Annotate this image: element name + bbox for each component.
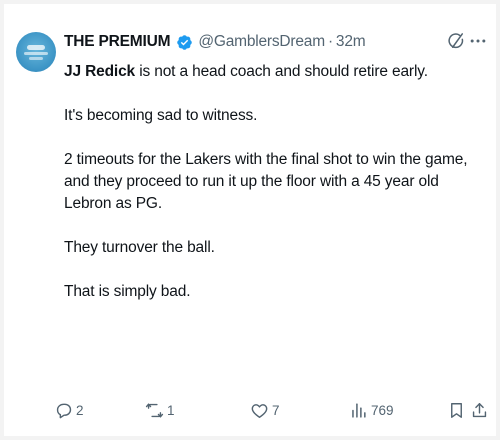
- tweet-text: JJ Redick is not a head coach and should…: [64, 61, 480, 303]
- tweet-time[interactable]: 32m: [336, 33, 366, 51]
- verified-badge-icon: [176, 34, 193, 51]
- avatar-logo-mark: [29, 56, 43, 60]
- tweet-paragraph: They turnover the ball.: [64, 239, 215, 256]
- bookmark-button[interactable]: [447, 398, 466, 422]
- like-button[interactable]: 7: [250, 398, 280, 422]
- tweet-text-segment: is not a head coach and should retire ea…: [135, 63, 428, 80]
- repost-icon: [145, 402, 164, 418]
- author-avatar[interactable]: [16, 32, 56, 72]
- tweet-paragraph: It's becoming sad to witness.: [64, 107, 258, 124]
- share-icon: [472, 402, 487, 417]
- like-icon: [251, 403, 268, 418]
- tweet-paragraph: 2 timeouts for the Lakers with the final…: [64, 151, 468, 212]
- repost-count: 1: [167, 402, 175, 418]
- repost-button[interactable]: 1: [145, 398, 175, 422]
- bookmark-icon: [451, 402, 462, 418]
- grok-icon[interactable]: [446, 31, 466, 51]
- author-name[interactable]: THE PREMIUM: [64, 33, 171, 51]
- tweet-actions: 2 1 7 769: [54, 398, 494, 422]
- reply-button[interactable]: 2: [54, 398, 84, 422]
- tweet-paragraph: That is simply bad.: [64, 283, 191, 300]
- avatar-logo-mark: [27, 44, 45, 50]
- tweet-card[interactable]: THE PREMIUM @GamblersDream · 32m JJ Redi…: [4, 4, 496, 436]
- tweet-paragraph: JJ Redick is not a head coach and should…: [64, 61, 480, 83]
- reply-icon: [56, 403, 72, 418]
- author-handle[interactable]: @GamblersDream: [198, 33, 325, 51]
- share-button[interactable]: [470, 398, 489, 422]
- views-count: 769: [371, 402, 394, 418]
- reply-count: 2: [76, 402, 84, 418]
- mention-link[interactable]: JJ Redick: [64, 63, 135, 80]
- views-icon: [352, 402, 366, 418]
- views-button[interactable]: 769: [349, 398, 394, 422]
- separator-dot: ·: [327, 33, 333, 50]
- tweet-header: THE PREMIUM @GamblersDream · 32m: [64, 31, 366, 53]
- more-icon[interactable]: [468, 31, 488, 51]
- like-count: 7: [272, 402, 280, 418]
- avatar-logo-mark: [24, 51, 48, 55]
